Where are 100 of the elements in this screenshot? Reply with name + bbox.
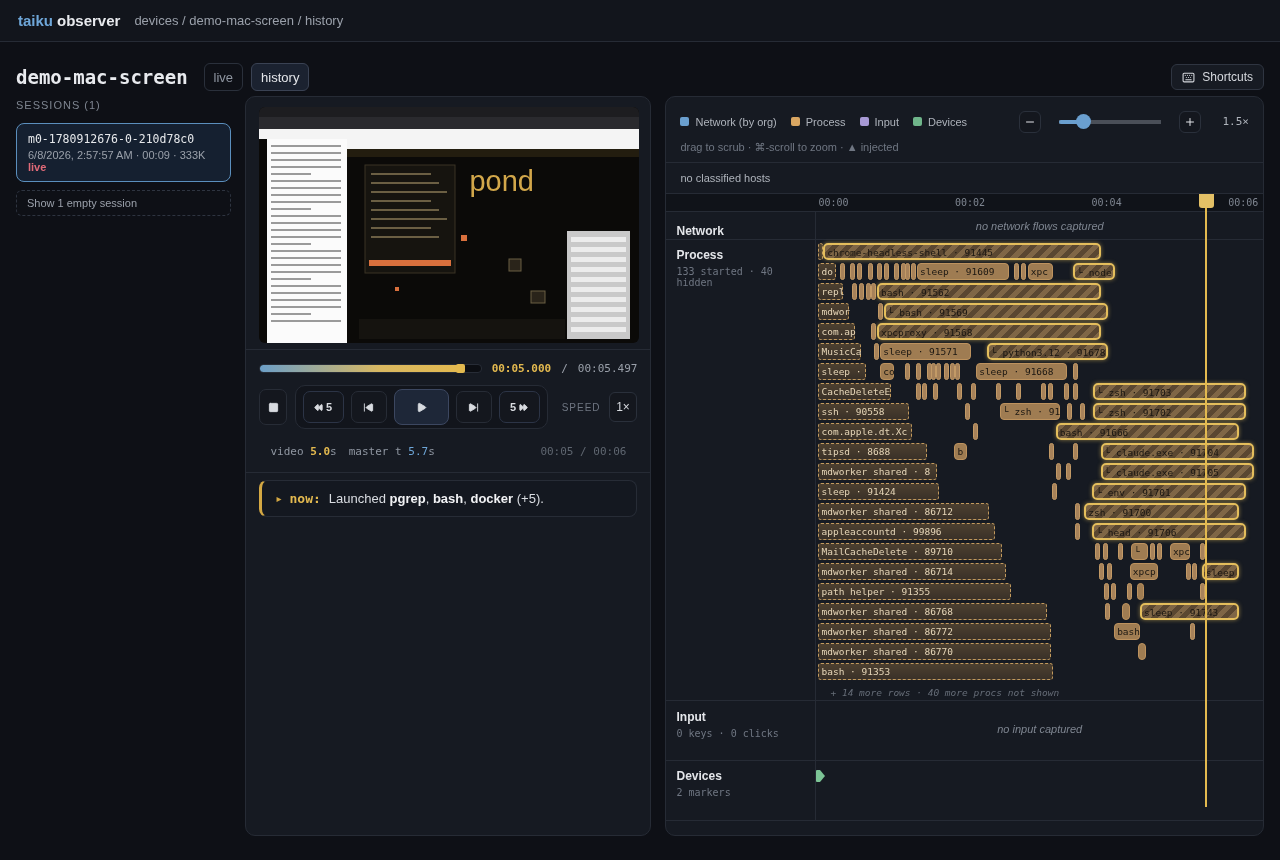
process-tick[interactable] bbox=[1067, 403, 1073, 420]
process-bar[interactable] bbox=[1137, 643, 1147, 660]
process-bar[interactable]: mdworker shared · 86768 bbox=[818, 603, 1047, 620]
process-bar[interactable]: tipsd · 8688 bbox=[818, 443, 927, 460]
process-tick[interactable] bbox=[1051, 483, 1057, 500]
process-bar[interactable]: ssh · 90558 bbox=[818, 403, 909, 420]
process-tick[interactable] bbox=[857, 263, 863, 280]
process-bar[interactable]: CacheDeleteE bbox=[818, 383, 892, 400]
process-tick[interactable] bbox=[1063, 383, 1069, 400]
scrub-thumb[interactable] bbox=[455, 364, 465, 373]
process-bar[interactable]: MailCacheDelete · 89710 bbox=[818, 543, 1002, 560]
process-bar[interactable]: path helper · 91355 bbox=[818, 583, 1011, 600]
process-bar[interactable]: com.apple.dt.Xc bbox=[818, 423, 912, 440]
process-tick[interactable] bbox=[1111, 583, 1117, 600]
process-bar[interactable]: sleep · 91571 bbox=[880, 343, 972, 360]
process-tick[interactable] bbox=[876, 263, 882, 280]
process-tick[interactable] bbox=[1150, 543, 1156, 560]
process-tick[interactable] bbox=[1185, 563, 1191, 580]
process-tick[interactable] bbox=[1016, 383, 1022, 400]
process-bar[interactable]: xpc bbox=[1169, 543, 1190, 560]
app-logo[interactable]: taiku observer bbox=[18, 12, 121, 29]
stop-button[interactable] bbox=[259, 389, 287, 425]
process-bar[interactable]: mdworker shared · 86770 bbox=[818, 643, 1051, 660]
process-tick[interactable] bbox=[868, 263, 874, 280]
process-tick[interactable] bbox=[850, 263, 856, 280]
process-bar[interactable]: sleep · 91424 bbox=[818, 483, 940, 500]
next-button[interactable] bbox=[455, 391, 492, 423]
process-bar[interactable]: mdworker shared · 86714 bbox=[818, 563, 1007, 580]
process-bar[interactable]: MusicCa bbox=[818, 343, 862, 360]
process-tick[interactable] bbox=[871, 283, 877, 300]
process-tick[interactable] bbox=[859, 283, 865, 300]
view-tab[interactable]: live bbox=[203, 63, 244, 91]
process-bar[interactable]: co bbox=[880, 363, 894, 380]
process-tick[interactable] bbox=[1080, 403, 1086, 420]
process-bar[interactable]: bash bbox=[1114, 623, 1140, 640]
process-tick[interactable] bbox=[1014, 263, 1020, 280]
play-button[interactable] bbox=[393, 389, 449, 425]
process-tick[interactable] bbox=[973, 423, 979, 440]
process-bar[interactable] bbox=[1137, 583, 1145, 600]
process-bar[interactable]: mdworker shared · 86772 bbox=[818, 623, 1051, 640]
process-tick[interactable] bbox=[905, 263, 911, 280]
forward-button[interactable]: 5 bbox=[498, 391, 540, 423]
process-tick[interactable] bbox=[1118, 543, 1124, 560]
process-tick[interactable] bbox=[1156, 543, 1162, 560]
process-tick[interactable] bbox=[1074, 523, 1080, 540]
process-tick[interactable] bbox=[955, 363, 961, 380]
process-tick[interactable] bbox=[1095, 543, 1101, 560]
process-tick[interactable] bbox=[921, 383, 927, 400]
process-bar[interactable]: └ bbox=[1131, 543, 1149, 560]
process-bar[interactable]: bash · 91353 bbox=[818, 663, 1053, 680]
process-bar[interactable] bbox=[1122, 603, 1130, 620]
process-bar[interactable]: sleep · 91668 bbox=[976, 363, 1067, 380]
rewind-button[interactable]: 5 bbox=[302, 391, 344, 423]
process-bar[interactable]: xpcp bbox=[1129, 563, 1158, 580]
process-tick[interactable] bbox=[1105, 603, 1111, 620]
process-tick[interactable] bbox=[870, 323, 876, 340]
process-tick[interactable] bbox=[995, 383, 1001, 400]
zoom-thumb[interactable] bbox=[1075, 114, 1091, 129]
process-bar[interactable]: appleaccountd · 99896 bbox=[818, 523, 996, 540]
session-card[interactable]: m0-1780912676-0-210d78c0 6/8/2026, 2:57:57 AM · 00:09 · 333K live bbox=[16, 123, 232, 182]
process-tick[interactable] bbox=[1190, 623, 1196, 640]
process-tick[interactable] bbox=[1047, 383, 1053, 400]
process-tick[interactable] bbox=[1073, 363, 1079, 380]
process-tick[interactable] bbox=[905, 363, 911, 380]
process-bar[interactable]: b bbox=[954, 443, 967, 460]
speed-select[interactable]: 1× bbox=[608, 392, 638, 422]
process-bar[interactable]: mdworker shared · 8 bbox=[818, 463, 937, 480]
process-bar[interactable]: xpc bbox=[1027, 263, 1053, 280]
process-tick[interactable] bbox=[915, 383, 921, 400]
process-tick[interactable] bbox=[910, 263, 916, 280]
process-tick[interactable] bbox=[936, 363, 942, 380]
view-tab[interactable]: history bbox=[251, 63, 310, 91]
process-tick[interactable] bbox=[915, 363, 921, 380]
process-tick[interactable] bbox=[1055, 463, 1061, 480]
process-tick[interactable] bbox=[1074, 503, 1080, 520]
scrub-track[interactable] bbox=[259, 364, 482, 373]
zoom-out-button[interactable] bbox=[1018, 110, 1041, 133]
process-tick[interactable] bbox=[944, 363, 950, 380]
process-tick[interactable] bbox=[840, 263, 846, 280]
show-empty-sessions-button[interactable]: Show 1 empty session bbox=[16, 190, 232, 216]
process-tick[interactable] bbox=[1099, 563, 1105, 580]
process-tick[interactable] bbox=[1072, 383, 1078, 400]
process-tick[interactable] bbox=[965, 403, 971, 420]
process-tick[interactable] bbox=[893, 263, 899, 280]
process-bar[interactable]: mdwor bbox=[818, 303, 850, 320]
process-tick[interactable] bbox=[1040, 383, 1046, 400]
process-bar[interactable]: sleep · 91609 bbox=[917, 263, 1009, 280]
process-tick[interactable] bbox=[877, 303, 883, 320]
process-tick[interactable] bbox=[1127, 583, 1133, 600]
shortcuts-button[interactable]: Shortcuts bbox=[1171, 64, 1264, 90]
process-tick[interactable] bbox=[1192, 563, 1198, 580]
process-tick[interactable] bbox=[874, 343, 880, 360]
process-bar[interactable]: sleep · bbox=[818, 363, 867, 380]
zoom-in-button[interactable] bbox=[1178, 110, 1201, 133]
process-tick[interactable] bbox=[1102, 543, 1108, 560]
process-bar[interactable]: mdworker shared · 86712 bbox=[818, 503, 990, 520]
process-tick[interactable] bbox=[1048, 443, 1054, 460]
process-tick[interactable] bbox=[1107, 563, 1113, 580]
process-tick[interactable] bbox=[1073, 443, 1079, 460]
process-bar[interactable]: repl bbox=[818, 283, 843, 300]
